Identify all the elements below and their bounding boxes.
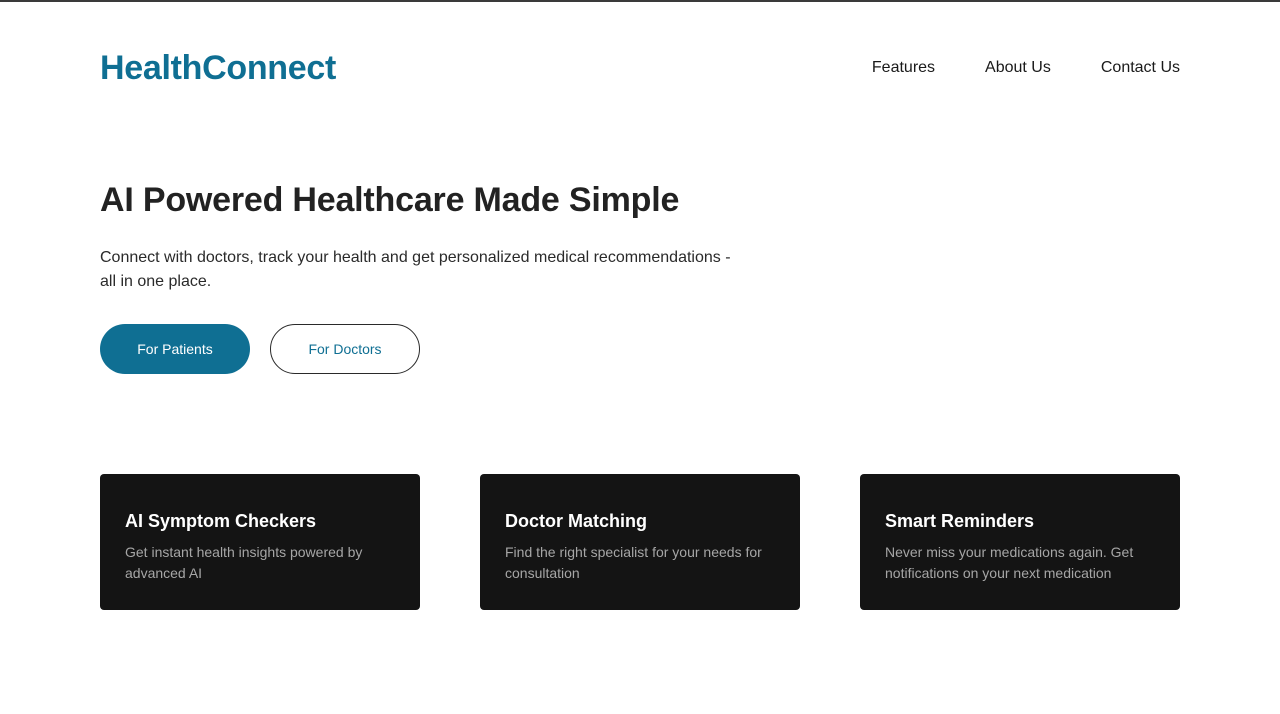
nav-link-features[interactable]: Features [872, 59, 935, 77]
feature-card-description: Find the right specialist for your needs… [505, 544, 762, 581]
hero-subtitle: Connect with doctors, track your health … [100, 249, 731, 290]
site-header: HealthConnect Features About Us Contact … [100, 48, 1180, 88]
top-border [0, 0, 1280, 2]
feature-card-doctor-matching: Doctor Matching Find the right specialis… [480, 474, 800, 610]
nav-link-about-us[interactable]: About Us [985, 59, 1051, 77]
feature-card-title: AI Symptom Checkers [125, 511, 317, 531]
main-nav: Features About Us Contact Us [872, 48, 1180, 88]
for-doctors-button[interactable]: For Doctors [270, 324, 420, 374]
nav-link-contact-us[interactable]: Contact Us [1101, 59, 1180, 77]
for-patients-button[interactable]: For Patients [100, 324, 250, 374]
feature-card-title: Doctor Matching [505, 511, 647, 531]
feature-card-title: Smart Reminders [885, 511, 1035, 531]
feature-card-smart-reminders: Smart Reminders Never miss your medicati… [860, 474, 1180, 610]
hero-title: AI Powered Healthcare Made Simple [100, 181, 680, 219]
feature-card-description: Never miss your medications again. Get n… [885, 544, 1134, 581]
feature-card-ai-symptom-checkers: AI Symptom Checkers Get instant health i… [100, 474, 420, 610]
feature-card-description: Get instant health insights powered by a… [125, 544, 363, 581]
brand-logo[interactable]: HealthConnect [100, 48, 336, 88]
